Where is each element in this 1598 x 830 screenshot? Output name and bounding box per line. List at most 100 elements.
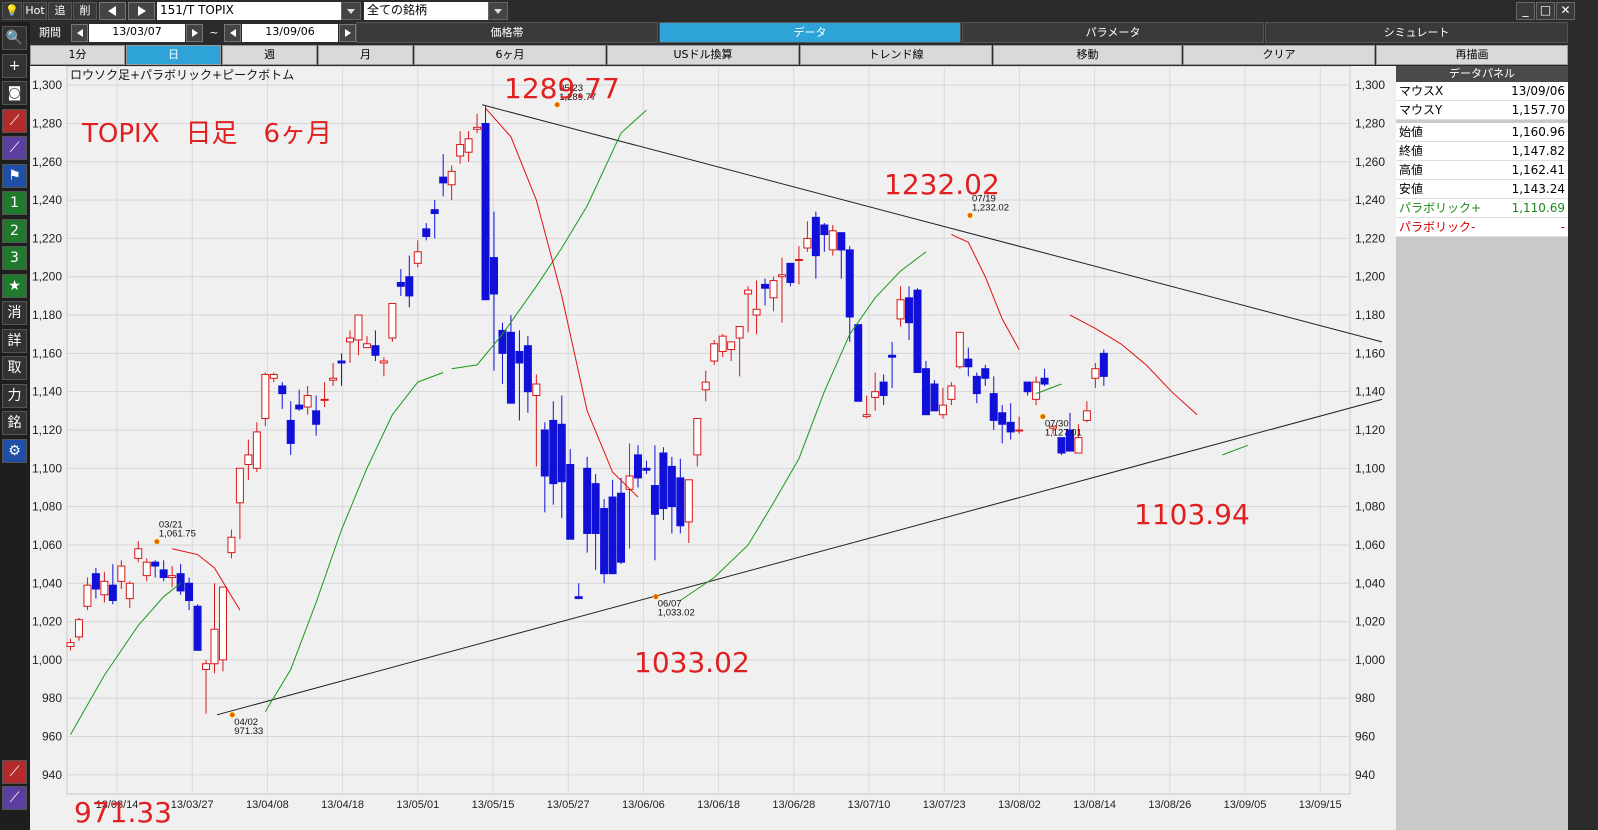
candle-body xyxy=(1040,377,1049,385)
y-tick-label-right: 1,020 xyxy=(1355,615,1385,629)
big-peak-label: 971.33 xyxy=(74,796,172,829)
candle-body xyxy=(295,404,304,410)
timeframe-1min[interactable]: 1分 xyxy=(30,45,125,65)
next-symbol-button[interactable] xyxy=(128,2,155,20)
symbol-field[interactable]: 151/T TOPIX xyxy=(157,2,341,20)
brand-icon[interactable]: 銘 xyxy=(2,411,27,435)
panel-row-value: 1,143.24 xyxy=(1511,182,1565,196)
candle-body xyxy=(176,573,185,592)
y-tick-label: 1,300 xyxy=(32,78,62,92)
candle-body xyxy=(744,289,753,295)
add-button[interactable]: 追 xyxy=(48,2,72,20)
period-label: 期間 xyxy=(30,23,70,43)
peak-value: 1,232.02 xyxy=(972,202,1009,213)
trade-icon[interactable]: 取 xyxy=(2,356,27,380)
maximize-button[interactable]: □ xyxy=(1536,2,1555,20)
candle-body xyxy=(532,383,541,397)
candle-body xyxy=(1057,437,1066,454)
timeframe-week[interactable]: 週 xyxy=(222,45,317,65)
line-chart-red-icon[interactable]: ⟋ xyxy=(2,108,27,133)
left-toolbar: 🔍 + ◙ ⟋ ⟋ ⚑ 1 2 3 ★ 消詳取力銘 ⚙ ⟋ ⟋ xyxy=(0,22,30,830)
three-icon[interactable]: 3 xyxy=(2,246,27,270)
y-tick-label-right: 1,180 xyxy=(1355,308,1385,322)
candle-body xyxy=(693,418,702,456)
star-icon[interactable]: ★ xyxy=(2,273,27,298)
candle-body xyxy=(803,237,812,249)
chart-area[interactable]: 1,300 1,300 1,280 1,280 1,260 1,260 1,240 1,240… xyxy=(30,66,1396,830)
candle-body xyxy=(515,350,524,364)
magnifier-icon[interactable]: 🔍 xyxy=(2,26,27,50)
chart-subtitle: ロウソク足+パラボリック+ピークボトム xyxy=(70,68,294,82)
candle-body xyxy=(1006,421,1015,433)
y-tick-label-right: 1,040 xyxy=(1355,576,1385,590)
period-end-next[interactable] xyxy=(339,24,356,42)
candle-body xyxy=(218,586,227,661)
flag-icon[interactable]: ⚑ xyxy=(2,163,27,188)
candle-body xyxy=(735,326,744,339)
chevron-down-icon[interactable] xyxy=(488,2,508,20)
y-tick-label: 1,160 xyxy=(32,346,62,360)
timeframe-day[interactable]: 日 xyxy=(126,45,221,65)
candle-body xyxy=(456,144,465,157)
chart-title: TOPIX 日足 6ヶ月 xyxy=(81,119,332,149)
period-end-field[interactable]: 13/09/06 xyxy=(242,24,338,42)
minimize-button[interactable]: _ xyxy=(1516,2,1535,20)
tab-price-band[interactable]: 価格帯 xyxy=(356,22,658,43)
redraw-button[interactable]: 再描画 xyxy=(1376,45,1568,65)
one-icon[interactable]: 1 xyxy=(2,191,27,215)
timeframe-6months[interactable]: 6ヶ月 xyxy=(414,45,606,65)
usd-convert-button[interactable]: USドル換算 xyxy=(607,45,799,65)
settings-icon[interactable]: ⚙ xyxy=(2,438,27,463)
tab-parameters[interactable]: パラメータ xyxy=(962,22,1264,43)
remove-button[interactable]: 削 xyxy=(73,2,97,20)
hot-button[interactable]: Hot xyxy=(23,2,47,20)
y-tick-label-right: 940 xyxy=(1355,768,1375,782)
candle-body xyxy=(633,454,642,479)
move-button[interactable]: 移動 xyxy=(993,45,1182,65)
candle-body xyxy=(117,565,126,582)
power-icon[interactable]: 力 xyxy=(2,383,27,408)
tab-data[interactable]: データ xyxy=(659,22,961,43)
period-start-next[interactable] xyxy=(186,24,203,42)
candle-body xyxy=(820,224,829,236)
period-start-prev[interactable] xyxy=(71,24,88,42)
panel-row: パラボリック- - xyxy=(1396,218,1568,237)
close-icon[interactable]: ✕ xyxy=(1556,2,1575,20)
y-tick-label: 1,140 xyxy=(32,385,62,399)
trendline-button[interactable]: トレンド線 xyxy=(800,45,992,65)
panel-row: 安値 1,143.24 xyxy=(1396,180,1568,199)
bulb-icon[interactable]: 💡 xyxy=(2,2,22,20)
camera-icon[interactable]: ◙ xyxy=(2,81,27,105)
candle-body xyxy=(481,122,490,301)
y-tick-label: 1,220 xyxy=(32,231,62,245)
candle-body xyxy=(583,467,592,534)
erase-icon[interactable]: 消 xyxy=(2,301,27,325)
prev-symbol-button[interactable] xyxy=(99,2,126,20)
timeframe-month[interactable]: 月 xyxy=(318,45,413,65)
bottom-chart-purple-icon[interactable]: ⟋ xyxy=(2,786,27,810)
candle-body xyxy=(676,477,685,527)
big-annotation: 1103.94 xyxy=(1134,498,1250,531)
candle-body xyxy=(405,276,414,297)
tab-simulate[interactable]: シミュレート xyxy=(1265,22,1568,43)
y-tick-label: 1,240 xyxy=(32,193,62,207)
line-chart-purple-icon[interactable]: ⟋ xyxy=(2,136,27,160)
period-end-prev[interactable] xyxy=(224,24,241,42)
bottom-chart-red-icon[interactable]: ⟋ xyxy=(2,760,27,784)
y-tick-label: 960 xyxy=(42,730,62,744)
peak-marker xyxy=(967,212,973,219)
candle-body xyxy=(202,663,211,670)
candle-body xyxy=(430,209,439,215)
detail-icon[interactable]: 詳 xyxy=(2,328,27,353)
candle-body xyxy=(447,170,456,186)
period-start-field[interactable]: 13/03/07 xyxy=(89,24,185,42)
peak-value: 1,033.02 xyxy=(658,608,695,619)
panel-row: 高値 1,162.41 xyxy=(1396,161,1568,180)
two-icon[interactable]: 2 xyxy=(2,218,27,243)
candle-body xyxy=(346,337,355,343)
candlestick-chart[interactable]: 1,300 1,300 1,280 1,280 1,260 1,260 1,240 1,240… xyxy=(30,66,1396,830)
chevron-down-icon[interactable] xyxy=(341,2,361,20)
plus-icon[interactable]: + xyxy=(2,53,27,78)
list-select[interactable]: 全ての銘柄 xyxy=(364,2,488,20)
clear-button[interactable]: クリア xyxy=(1183,45,1375,65)
